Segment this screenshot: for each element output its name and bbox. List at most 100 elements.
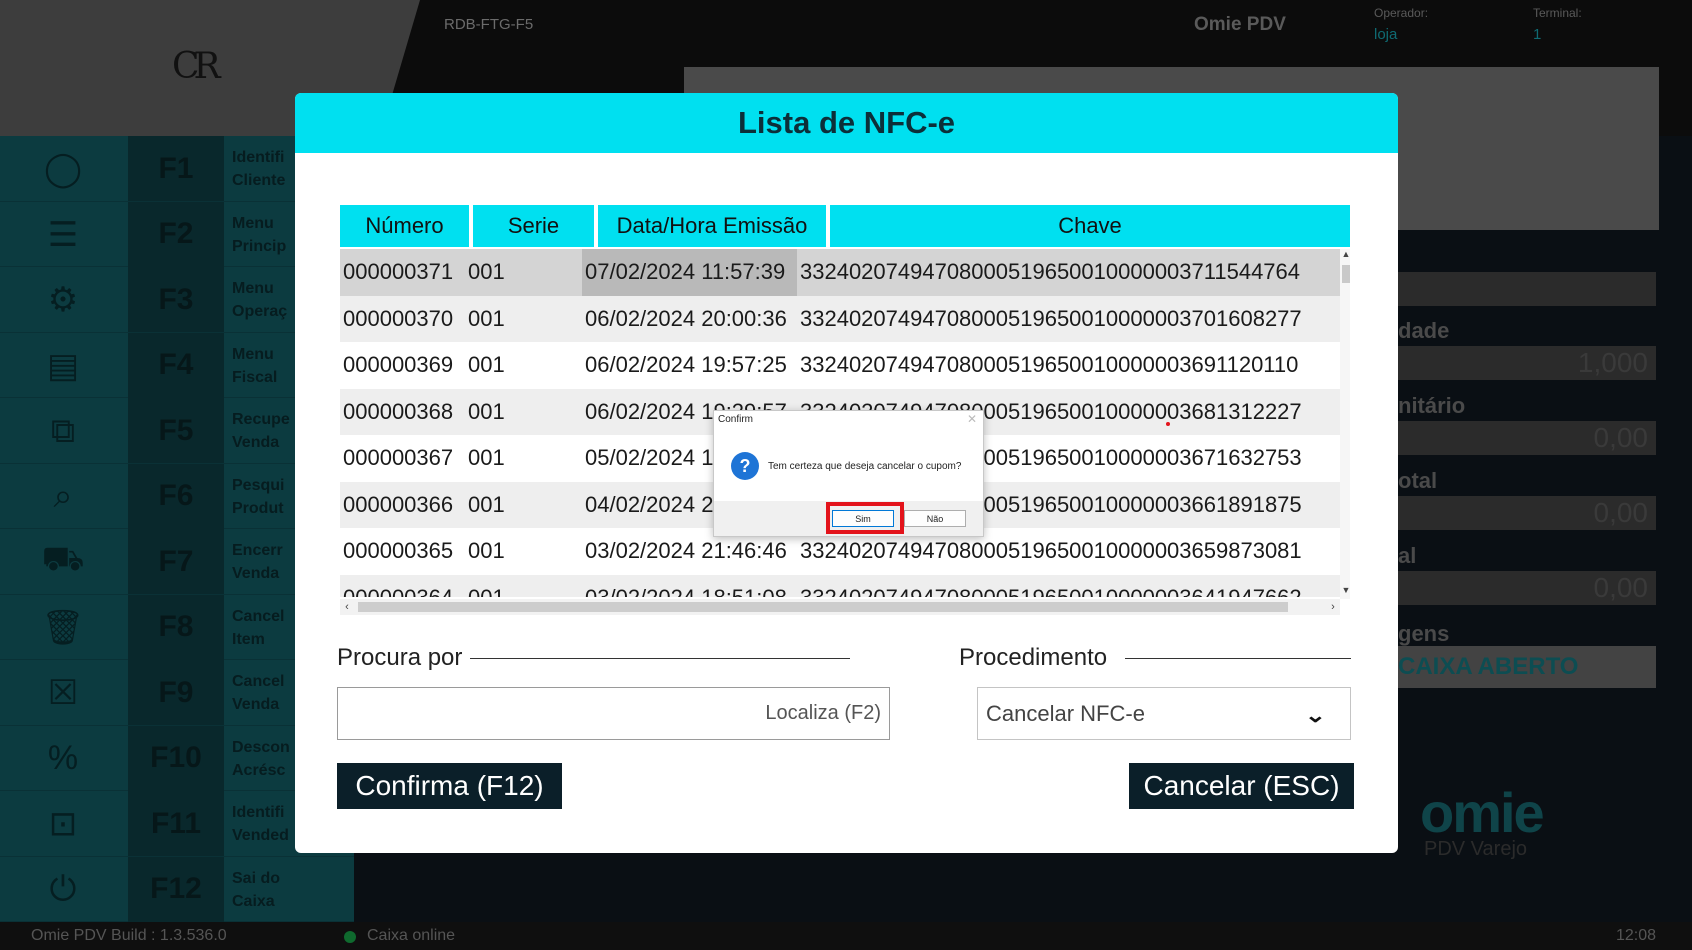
terminal-value: 1 xyxy=(1533,26,1542,43)
cell-numero: 000000368 xyxy=(343,398,454,424)
cell-data: 07/02/2024 11:57:39 xyxy=(582,249,797,296)
function-key-label: F8 xyxy=(128,594,224,660)
function-key-label: F7 xyxy=(128,529,224,594)
cell-serie: 001 xyxy=(468,305,505,331)
cell-numero: 000000366 xyxy=(343,491,454,517)
table-header: Número Serie Data/Hora Emissão Chave xyxy=(340,205,1350,247)
sidebar-item-label: Sai do Caixa xyxy=(232,869,281,910)
procedure-label: Procedimento xyxy=(959,644,1116,672)
online-indicator-icon xyxy=(344,931,356,943)
quantity-field: 1,000 xyxy=(1390,346,1656,380)
power-icon: ⏻ xyxy=(49,870,77,908)
confirm-message: Tem certeza que deseja cancelar o cupom? xyxy=(768,461,962,472)
sidebar-item-f12[interactable]: ⏻ F12 Sai do Caixa xyxy=(0,856,354,922)
function-key-label: F12 xyxy=(128,856,224,922)
function-key-label: F11 xyxy=(128,791,224,856)
omie-logo: omie xyxy=(1420,781,1545,844)
column-header-chave[interactable]: Chave xyxy=(830,205,1350,247)
search-label: Procura por xyxy=(337,644,471,672)
close-icon[interactable]: ✕ xyxy=(967,412,977,426)
cell-serie: 001 xyxy=(468,538,505,563)
unit-price-field: 0,00 xyxy=(1390,421,1656,455)
dialog-title: Lista de NFC-e xyxy=(737,105,956,140)
build-info: Omie PDV Build : 1.3.536.0 xyxy=(31,927,227,944)
cell-serie: 001 xyxy=(468,584,505,598)
vertical-scrollbar[interactable]: ▲ ▼ xyxy=(1340,249,1350,599)
search-icon: ⌕ xyxy=(53,477,73,515)
procedure-divider xyxy=(1125,658,1351,659)
cell-data: 06/02/2024 19:57:25 xyxy=(585,352,787,377)
horizontal-scrollbar[interactable]: ‹ › xyxy=(340,599,1340,615)
function-key-label: F5 xyxy=(128,398,224,463)
procedure-select[interactable]: Cancelar NFC-e ⌄ xyxy=(977,687,1351,740)
cell-numero: 000000367 xyxy=(343,445,454,470)
function-key-label: F6 xyxy=(128,463,224,529)
table-row[interactable]: 000000370 001 06/02/2024 20:00:36 332402074… xyxy=(340,295,1340,342)
scroll-up-icon[interactable]: ▲ xyxy=(1340,249,1350,263)
function-key-label: F1 xyxy=(128,136,224,201)
menu-icon: ☰ xyxy=(47,215,79,254)
highlight-box xyxy=(826,502,904,534)
clock: 12:08 xyxy=(1615,927,1656,944)
user-icon: ◯ xyxy=(43,150,83,188)
cursor-marker xyxy=(1166,422,1170,426)
search-placeholder: Localiza (F2) xyxy=(765,702,881,724)
online-status: Caixa online xyxy=(367,927,456,944)
procedure-value: Cancelar NFC-e xyxy=(986,701,1145,726)
status-bar: Omie PDV Build : 1.3.536.0 Caixa online … xyxy=(0,922,1692,950)
store-logo: CR xyxy=(172,46,221,87)
cell-serie: 001 xyxy=(468,398,505,424)
function-key-label: F10 xyxy=(128,725,224,791)
percent-icon: % xyxy=(47,739,79,777)
cell-chave: 3324020749470800051965001000000371154476… xyxy=(800,259,1301,284)
column-header-serie[interactable]: Serie xyxy=(473,205,594,247)
terminal-label: Terminal: xyxy=(1533,6,1582,20)
cell-numero: 000000371 xyxy=(343,259,454,284)
scroll-left-icon[interactable]: ‹ xyxy=(340,599,354,615)
cancel-button[interactable]: Cancelar (ESC) xyxy=(1129,763,1354,809)
product-description-field xyxy=(1390,272,1656,306)
table-row[interactable]: 000000369 001 06/02/2024 19:57:25 332402074… xyxy=(340,342,1340,389)
search-divider xyxy=(455,658,850,659)
terminal-id: RDB-FTG-F5 xyxy=(444,16,534,33)
cell-serie: 001 xyxy=(468,445,505,470)
calculator-icon: ▤ xyxy=(46,346,80,385)
cell-numero: 000000370 xyxy=(343,305,454,331)
cell-numero: 000000369 xyxy=(343,352,454,377)
dialog-header: Lista de NFC-e xyxy=(295,93,1398,153)
cell-numero: 000000364 xyxy=(343,584,454,598)
scroll-down-icon[interactable]: ▼ xyxy=(1340,585,1350,599)
seller-lock-icon: ⊡ xyxy=(48,805,78,843)
cell-data: 03/02/2024 18:51:08 xyxy=(585,584,787,598)
operator-label: Operador: xyxy=(1374,6,1429,20)
cell-chave: 3324020749470800051965001000000370160827… xyxy=(800,305,1302,331)
trash-icon: 🗑 xyxy=(41,608,85,647)
table-row[interactable]: 000000371 001 07/02/2024 11:57:39 332402074… xyxy=(340,249,1340,296)
column-header-numero[interactable]: Número xyxy=(340,205,469,247)
function-key-label: F9 xyxy=(128,660,224,725)
scroll-right-icon[interactable]: › xyxy=(1326,599,1340,615)
cell-chave: 3324020749470800051965001000000364194766… xyxy=(800,584,1302,598)
messages-label: gens xyxy=(1398,621,1450,646)
function-key-label: F3 xyxy=(128,267,224,332)
operator-value: loja xyxy=(1374,26,1398,43)
cell-serie: 001 xyxy=(468,352,505,377)
cart-check-icon: ⛟ xyxy=(41,540,85,578)
question-icon: ? xyxy=(731,452,759,480)
search-input[interactable]: Localiza (F2) xyxy=(337,687,890,740)
horizontal-scroll-thumb[interactable] xyxy=(358,602,1288,612)
confirm-title: Confirm xyxy=(718,414,754,425)
function-key-label: F4 xyxy=(128,332,224,398)
confirm-button[interactable]: Confirma (F12) xyxy=(337,763,562,809)
total-label: otal xyxy=(1398,468,1438,493)
no-button[interactable]: Não xyxy=(904,510,966,527)
final-total-label: al xyxy=(1398,543,1417,568)
function-key-label: F2 xyxy=(128,201,224,267)
quantity-label: dade xyxy=(1398,318,1450,343)
chevron-down-icon: ⌄ xyxy=(1304,705,1327,727)
table-row[interactable]: 000000364 001 03/02/2024 18:51:08 332402074… xyxy=(340,574,1340,598)
cell-serie: 001 xyxy=(468,259,505,284)
column-header-data[interactable]: Data/Hora Emissão xyxy=(598,205,826,247)
vertical-scroll-thumb[interactable] xyxy=(1342,265,1350,283)
final-total-field: 0,00 xyxy=(1390,571,1656,605)
